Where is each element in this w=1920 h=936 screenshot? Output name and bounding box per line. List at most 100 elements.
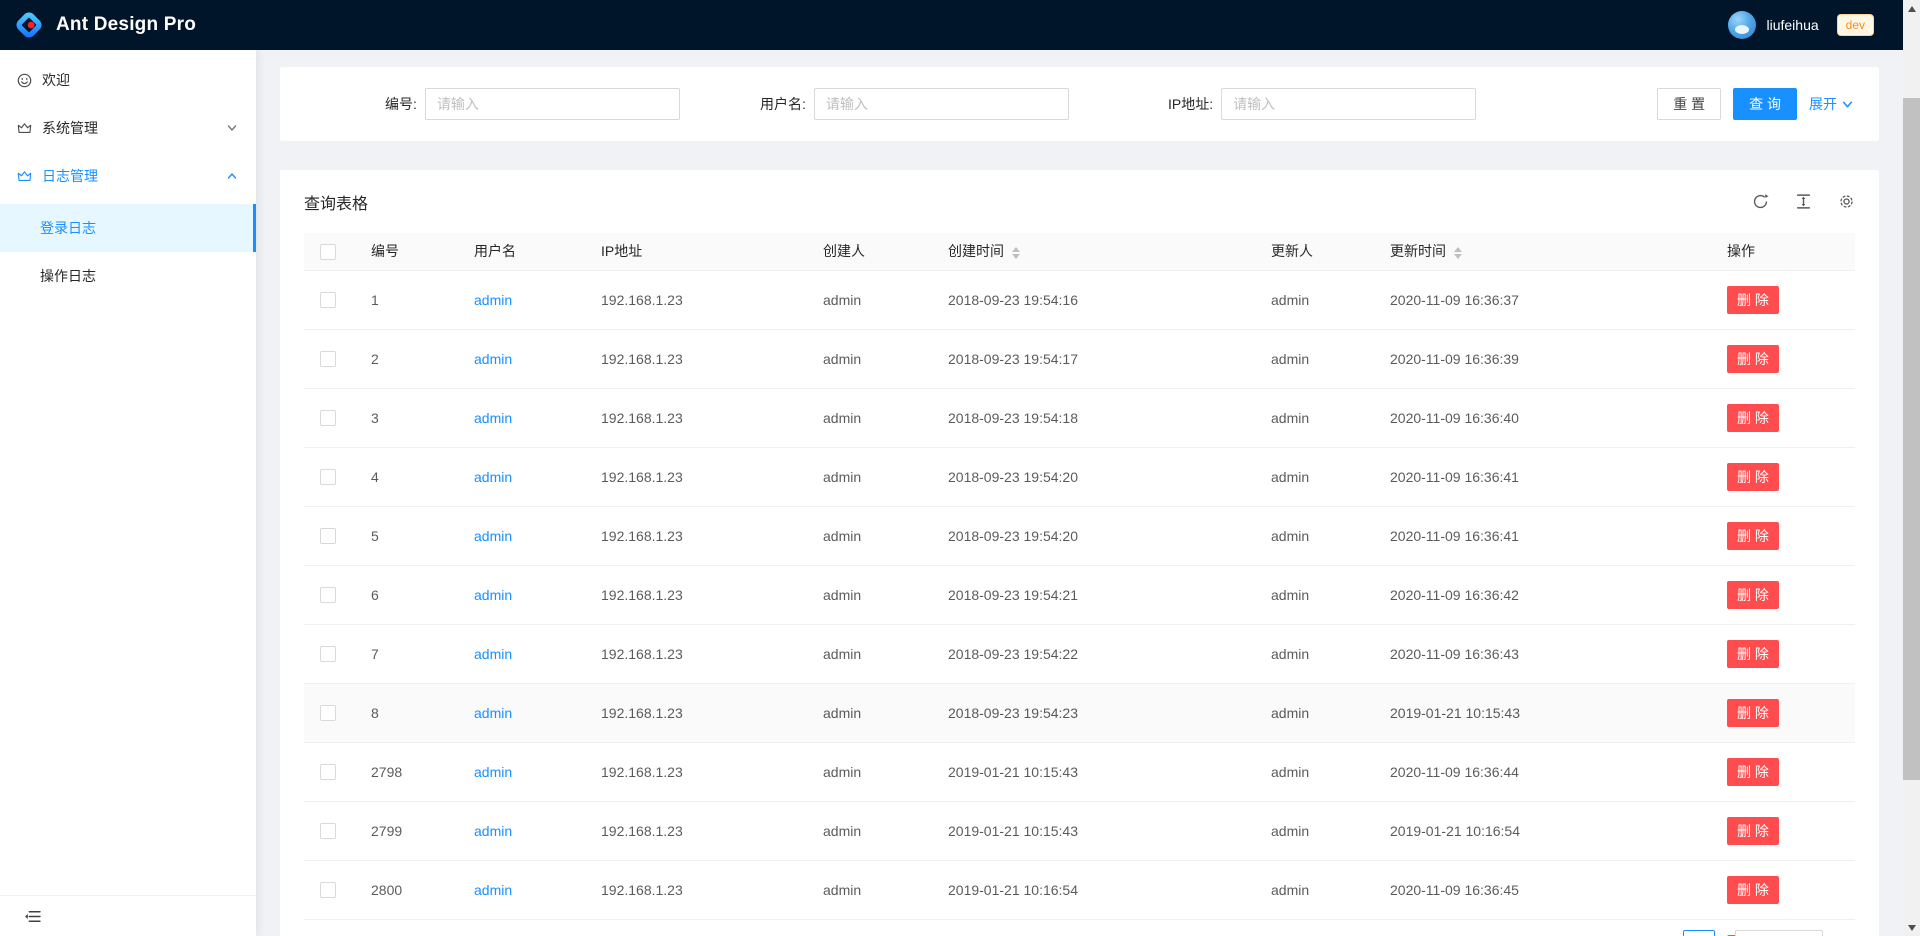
username-link[interactable]: admin — [474, 646, 512, 662]
select-all-checkbox[interactable] — [320, 244, 336, 260]
delete-button[interactable]: 删 除 — [1727, 345, 1779, 373]
user-avatar[interactable] — [1728, 11, 1756, 39]
cell-updater: admin — [1255, 329, 1374, 388]
search-form-card: 编号: 用户名: IP地址: 重 置 查 询 展开 — [280, 67, 1879, 141]
cell-id: 4 — [355, 447, 458, 506]
ip-field-label: IP地址: — [1168, 94, 1213, 114]
delete-button[interactable]: 删 除 — [1727, 699, 1779, 727]
id-field[interactable] — [425, 88, 680, 120]
sort-icon[interactable] — [1454, 247, 1462, 259]
table-row: 2admin192.168.1.23admin2018-09-23 19:54:… — [304, 329, 1855, 388]
table-header-row: 编号用户名IP地址创建人创建时间更新人更新时间操作 — [304, 233, 1855, 270]
delete-button[interactable]: 删 除 — [1727, 640, 1779, 668]
username-link[interactable]: admin — [474, 705, 512, 721]
cell-updated-time: 2020-11-09 16:36:45 — [1374, 860, 1711, 919]
cell-id: 5 — [355, 506, 458, 565]
row-checkbox[interactable] — [320, 882, 336, 898]
username-link[interactable]: admin — [474, 764, 512, 780]
page-size-select[interactable] — [1735, 930, 1823, 936]
row-checkbox[interactable] — [320, 823, 336, 839]
cell-ip: 192.168.1.23 — [585, 388, 807, 447]
vertical-scrollbar[interactable] — [1903, 0, 1920, 936]
delete-button[interactable]: 删 除 — [1727, 522, 1779, 550]
form-item-username: 用户名: — [760, 88, 1069, 120]
delete-button[interactable]: 删 除 — [1727, 876, 1779, 904]
cell-updated-time: 2020-11-09 16:36:44 — [1374, 742, 1711, 801]
sort-icon[interactable] — [1012, 247, 1020, 259]
username-link[interactable]: admin — [474, 823, 512, 839]
cell-created-time: 2018-09-23 19:54:18 — [932, 388, 1255, 447]
column-header: IP地址 — [585, 233, 807, 270]
toolbar-icons — [1752, 193, 1855, 210]
row-checkbox[interactable] — [320, 528, 336, 544]
cell-updater: admin — [1255, 388, 1374, 447]
settings-icon[interactable] — [1838, 193, 1855, 210]
cell-created-time: 2018-09-23 19:54:22 — [932, 624, 1255, 683]
expand-link[interactable]: 展开 — [1809, 94, 1853, 114]
table-row: 1admin192.168.1.23admin2018-09-23 19:54:… — [304, 270, 1855, 329]
reset-button[interactable]: 重 置 — [1657, 88, 1721, 120]
sidebar-item-operation-log[interactable]: 操作日志 — [0, 252, 256, 300]
delete-button[interactable]: 删 除 — [1727, 286, 1779, 314]
chevron-down-icon — [227, 123, 237, 133]
sidebar-item-label: 操作日志 — [40, 266, 96, 286]
table-body: 1admin192.168.1.23admin2018-09-23 19:54:… — [304, 270, 1855, 936]
query-table: 编号用户名IP地址创建人创建时间更新人更新时间操作 1admin192.168.… — [304, 233, 1855, 936]
scrollbar-up-arrow[interactable] — [1903, 0, 1920, 17]
menu-fold-icon[interactable] — [24, 908, 41, 925]
user-name: liufeihua — [1766, 17, 1818, 33]
username-link[interactable]: admin — [474, 587, 512, 603]
column-header: 操作 — [1711, 233, 1855, 270]
cell-id: 2 — [355, 329, 458, 388]
table-toolbar: 查询表格 — [280, 170, 1879, 233]
username-link[interactable]: admin — [474, 292, 512, 308]
row-checkbox[interactable] — [320, 469, 336, 485]
page-1-button[interactable]: 1 — [1683, 930, 1715, 936]
sidebar-item-login-log[interactable]: 登录日志 — [0, 204, 256, 252]
column-header: 更新人 — [1255, 233, 1374, 270]
cell-id: 7 — [355, 624, 458, 683]
delete-button[interactable]: 删 除 — [1727, 581, 1779, 609]
table-row: 4admin192.168.1.23admin2018-09-23 19:54:… — [304, 447, 1855, 506]
row-checkbox[interactable] — [320, 292, 336, 308]
username-link[interactable]: admin — [474, 882, 512, 898]
row-checkbox[interactable] — [320, 646, 336, 662]
logo[interactable]: Ant Design Pro — [14, 10, 196, 40]
delete-button[interactable]: 删 除 — [1727, 463, 1779, 491]
username-field[interactable] — [814, 88, 1069, 120]
query-button[interactable]: 查 询 — [1733, 88, 1797, 120]
refresh-icon[interactable] — [1752, 193, 1769, 210]
sidebar-item-system-management[interactable]: 系统管理 — [0, 108, 256, 148]
cell-id: 8 — [355, 683, 458, 742]
username-link[interactable]: admin — [474, 410, 512, 426]
row-checkbox[interactable] — [320, 764, 336, 780]
table-row: 2799admin192.168.1.23admin2019-01-21 10:… — [304, 801, 1855, 860]
username-link[interactable]: admin — [474, 528, 512, 544]
ant-design-logo-icon — [14, 10, 44, 40]
sidebar-item-log-management[interactable]: 日志管理 — [0, 156, 256, 196]
sidebar-item-welcome[interactable]: 欢迎 — [0, 60, 256, 100]
cell-id: 2800 — [355, 860, 458, 919]
crown-icon — [17, 169, 32, 184]
row-checkbox[interactable] — [320, 351, 336, 367]
delete-button[interactable]: 删 除 — [1727, 817, 1779, 845]
username-link[interactable]: admin — [474, 469, 512, 485]
row-checkbox[interactable] — [320, 705, 336, 721]
cell-id: 3 — [355, 388, 458, 447]
column-header[interactable]: 创建时间 — [932, 233, 1255, 270]
column-header[interactable]: 更新时间 — [1374, 233, 1711, 270]
row-checkbox[interactable] — [320, 410, 336, 426]
scrollbar-thumb[interactable] — [1903, 98, 1920, 780]
ip-field[interactable] — [1221, 88, 1476, 120]
cell-updater: admin — [1255, 742, 1374, 801]
table-row: 3admin192.168.1.23admin2018-09-23 19:54:… — [304, 388, 1855, 447]
delete-button[interactable]: 删 除 — [1727, 404, 1779, 432]
row-checkbox[interactable] — [320, 587, 336, 603]
scrollbar-down-arrow[interactable] — [1903, 919, 1920, 936]
header-user-area[interactable]: liufeihua dev — [1728, 0, 1874, 50]
cell-creator: admin — [807, 860, 932, 919]
cell-created-time: 2018-09-23 19:54:20 — [932, 447, 1255, 506]
username-link[interactable]: admin — [474, 351, 512, 367]
delete-button[interactable]: 删 除 — [1727, 758, 1779, 786]
column-height-icon[interactable] — [1795, 193, 1812, 210]
